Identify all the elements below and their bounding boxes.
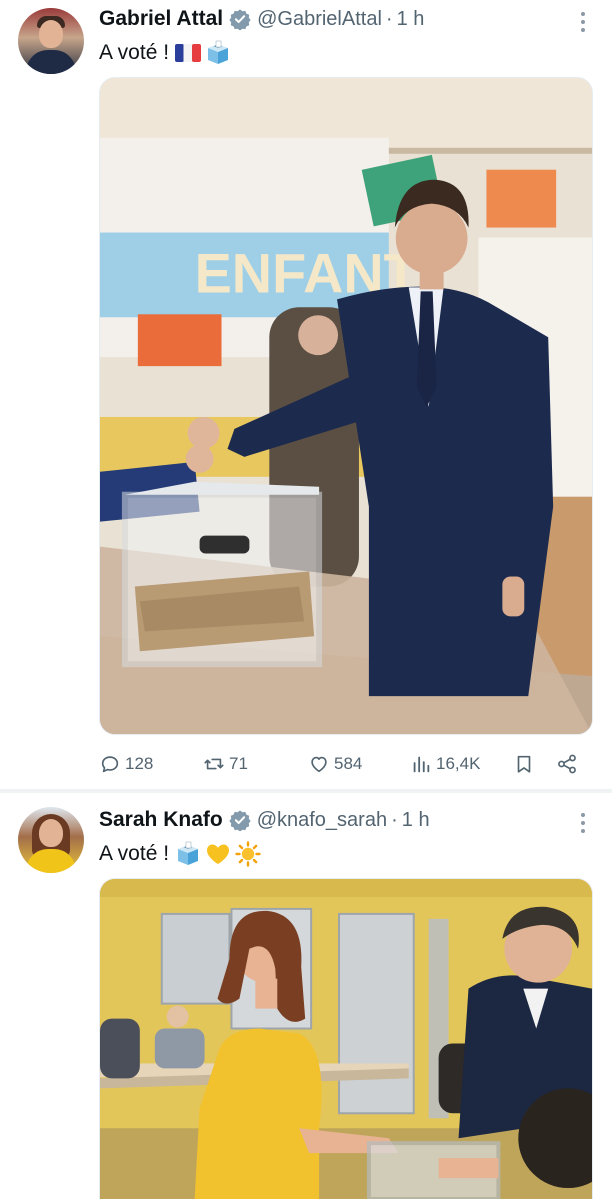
tweet-sarah-knafo[interactable]: A voté ! [0,793,612,1199]
handle[interactable]: @GabrielAttal [257,8,382,31]
like-button[interactable]: 584 [308,750,362,778]
photo-voting-scene [100,879,592,1199]
ballot-box-icon [178,841,199,865]
tweet-text: A voté ! [99,38,231,68]
avatar[interactable] [18,8,84,74]
reply-count: 128 [125,754,154,773]
reply-button[interactable]: 128 [99,750,153,778]
separator-dot: · [391,808,398,831]
heart-icon [311,756,327,773]
bookmark-icon [517,755,531,773]
photo-voting-scene: ENFANT [100,78,592,734]
like-count: 584 [334,754,363,773]
views-button[interactable]: 16,4K [410,750,480,778]
timestamp[interactable]: 1 h [397,8,425,31]
display-name[interactable]: Gabriel Attal [99,7,223,31]
ballot-box-icon [208,40,229,64]
display-name[interactable]: Sarah Knafo [99,808,223,832]
verified-badge-icon [229,9,251,30]
repost-icon [204,758,224,770]
tweet-text-content: A voté ! [99,41,170,64]
timestamp[interactable]: 1 h [402,809,430,832]
tweet-actions: 128 71 584 16,4K [99,750,593,778]
tweet-text: A voté ! [99,839,261,869]
views-chart-icon [413,756,430,773]
sun-icon [235,841,261,867]
separator-dot: · [385,7,393,30]
tweet-text-content: A voté ! [99,842,170,865]
tweet-photo[interactable]: ENFANT [99,77,593,735]
share-icon [558,754,576,774]
flag-france-icon [175,44,202,62]
views-count: 16,4K [436,754,481,773]
tweet-gabriel-attal[interactable]: Gabriel Attal @GabrielAttal · 1 h A voté… [0,0,612,790]
repost-button[interactable]: 71 [203,750,248,778]
tweet-header: Gabriel Attal @GabrielAttal · 1 h [99,4,424,34]
avatar[interactable] [18,807,84,873]
verified-badge-icon [229,810,251,831]
repost-count: 71 [229,754,248,773]
yellow-heart-icon [207,844,230,864]
tweet-header: Sarah Knafo @knafo_sarah · 1 h [99,805,430,835]
more-options-icon[interactable] [580,12,586,32]
share-button[interactable] [556,750,578,778]
more-options-icon[interactable] [580,813,586,833]
reply-icon [101,756,119,773]
bookmark-button[interactable] [513,750,535,778]
tweet-photo[interactable] [99,878,593,1199]
handle[interactable]: @knafo_sarah [257,809,387,832]
